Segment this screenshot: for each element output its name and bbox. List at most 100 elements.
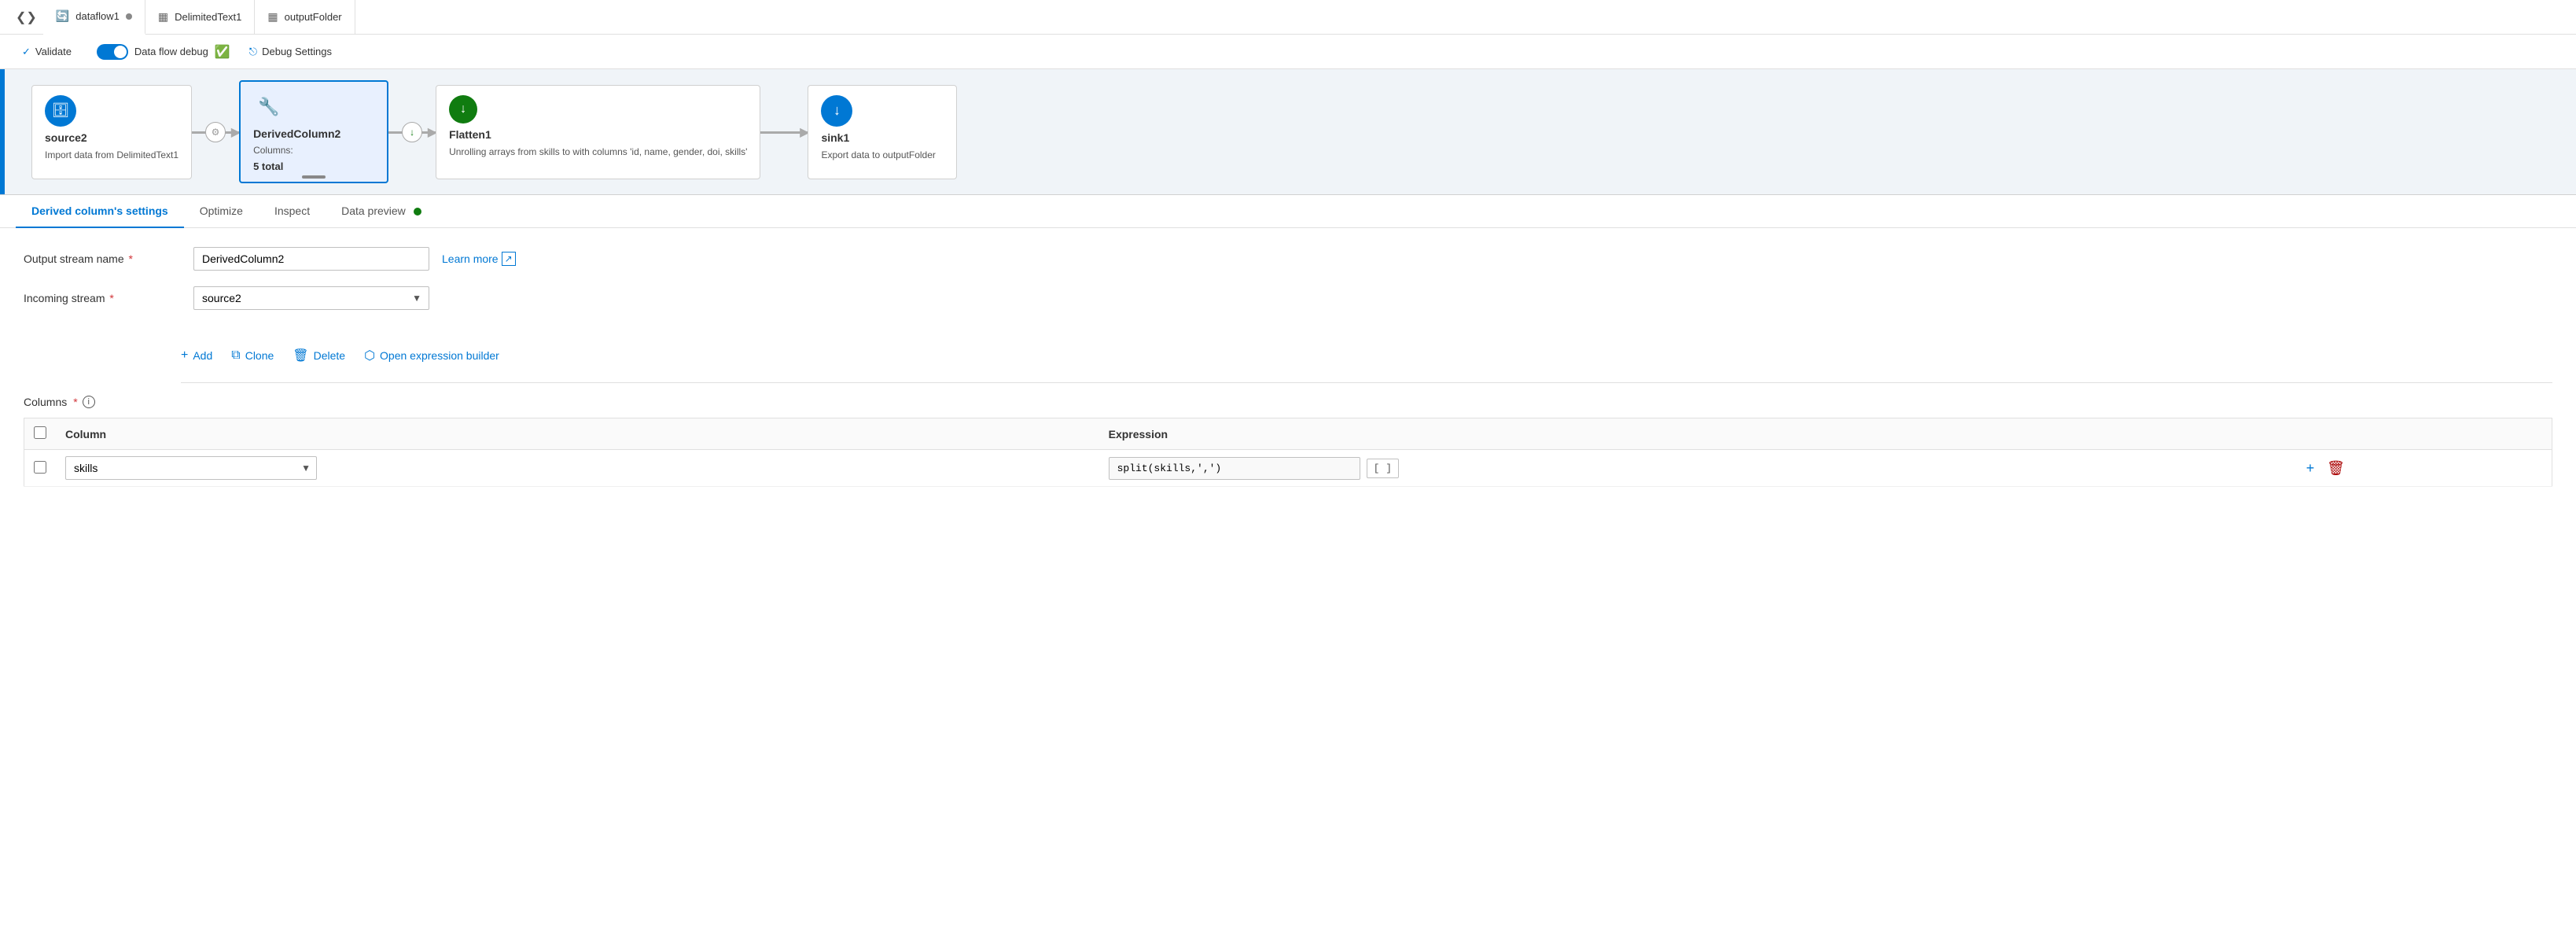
tab-outputfolder[interactable]: ▦ outputFolder xyxy=(255,0,355,35)
source2-desc: Import data from DelimitedText1 xyxy=(45,149,178,162)
tab-inspect[interactable]: Inspect xyxy=(259,195,326,228)
validate-button[interactable]: ✓ Validate xyxy=(16,42,78,61)
info-icon[interactable]: i xyxy=(83,396,95,408)
row-checkbox[interactable] xyxy=(34,461,46,474)
required-asterisk-2: * xyxy=(106,292,113,304)
columns-section-label: Columns * i xyxy=(24,396,2552,408)
incoming-stream-select[interactable]: source2 DerivedColumn1 xyxy=(193,286,429,310)
settings-panel: Output stream name * Learn more ↗ Incomi… xyxy=(0,228,2576,951)
delete-label: Delete xyxy=(314,349,345,362)
row-actions-cell: + 🗑 xyxy=(2292,450,2552,487)
output-stream-input[interactable] xyxy=(193,247,429,271)
delete-button[interactable]: 🗑 Delete xyxy=(293,345,345,367)
row-actions-header xyxy=(2292,418,2552,450)
debug-settings-label: Debug Settings xyxy=(262,46,332,57)
delete-icon: 🗑 xyxy=(293,348,308,363)
connector-icon-1: ⚙ xyxy=(205,122,226,142)
derivedcolumn2-subtitle: Columns: xyxy=(253,145,374,156)
column-name-cell: skills ▼ xyxy=(56,450,1099,487)
output-stream-row: Output stream name * Learn more ↗ xyxy=(24,247,2552,271)
tab-settings[interactable]: Derived column's settings xyxy=(16,195,184,228)
columns-section: Columns * i Column Expression xyxy=(0,396,2576,503)
add-column-button[interactable]: + Add xyxy=(181,345,212,366)
tab-settings-label: Derived column's settings xyxy=(31,205,168,217)
preview-active-dot xyxy=(414,208,421,216)
debug-toggle[interactable] xyxy=(97,44,128,60)
tab-inspect-label: Inspect xyxy=(274,205,310,217)
derivedcolumn2-title: DerivedColumn2 xyxy=(253,127,374,140)
sidebar-toggle-button[interactable]: ❮❯ xyxy=(9,6,43,28)
clone-label: Clone xyxy=(245,349,274,362)
column-name-select-wrap: skills ▼ xyxy=(65,456,317,480)
node-source2[interactable]: 🗄 source2 Import data from DelimitedText… xyxy=(31,85,192,179)
row-checkbox-cell xyxy=(24,450,57,487)
expression-bracket-button[interactable]: [ ] xyxy=(1367,459,1399,478)
expression-builder-button[interactable]: ⬡ Open expression builder xyxy=(364,345,499,367)
flatten1-title: Flatten1 xyxy=(449,128,747,141)
derived-icon: 🔧 xyxy=(253,91,285,123)
columns-required: * xyxy=(73,396,77,408)
source2-title: source2 xyxy=(45,131,178,144)
add-icon: + xyxy=(181,348,188,363)
expression-cell: [ ] xyxy=(1099,450,2292,487)
table-header-row: Column Expression xyxy=(24,418,2552,450)
validate-label: Validate xyxy=(35,46,72,57)
active-underline xyxy=(302,175,326,179)
expression-input[interactable] xyxy=(1109,457,1360,480)
incoming-stream-row: Incoming stream * source2 DerivedColumn1… xyxy=(24,286,2552,310)
column-name-select[interactable]: skills xyxy=(65,456,317,480)
node-sink1[interactable]: ↓ sink1 Export data to outputFolder xyxy=(808,85,957,179)
tab-optimize-label: Optimize xyxy=(200,205,243,217)
tab-delimitedtext1-label: DelimitedText1 xyxy=(175,11,241,23)
tab-preview-label: Data preview xyxy=(341,205,406,217)
tab-delimitedtext1[interactable]: ▦ DelimitedText1 xyxy=(145,0,256,35)
table-icon-1: ▦ xyxy=(158,10,168,24)
learn-more-link[interactable]: Learn more ↗ xyxy=(442,252,516,266)
output-stream-label: Output stream name * xyxy=(24,252,181,265)
add-row-button[interactable]: + xyxy=(2302,459,2320,478)
tab-outputfolder-label: outputFolder xyxy=(285,11,342,23)
connector-icon-2: ↓ xyxy=(402,122,422,142)
sink-icon: ↓ xyxy=(821,95,852,127)
incoming-stream-label: Incoming stream * xyxy=(24,292,181,304)
expression-builder-icon: ⬡ xyxy=(364,348,375,363)
tab-dataflow1[interactable]: 🔄 dataflow1 xyxy=(43,0,145,35)
columns-table: Column Expression skil xyxy=(24,418,2552,487)
delete-row-button[interactable]: 🗑 xyxy=(2322,459,2350,478)
add-label: Add xyxy=(193,349,212,362)
node-flatten1[interactable]: ↓ Flatten1 Unrolling arrays from skills … xyxy=(436,85,760,179)
clone-button[interactable]: ⧉ Clone xyxy=(231,345,274,366)
select-all-checkbox[interactable] xyxy=(34,426,46,439)
external-link-icon: ↗ xyxy=(502,252,516,266)
required-asterisk-1: * xyxy=(126,252,133,265)
dataflow-icon: 🔄 xyxy=(56,9,69,23)
expression-builder-label: Open expression builder xyxy=(380,349,499,362)
flatten1-desc: Unrolling arrays from skills to with col… xyxy=(449,146,747,159)
section-divider xyxy=(181,382,2552,383)
actions-row: + Add ⧉ Clone 🗑 Delete ⬡ Open expression… xyxy=(0,345,2576,382)
pipeline-canvas: 🗄 source2 Import data from DelimitedText… xyxy=(0,69,2576,195)
panel-tabs: Derived column's settings Optimize Inspe… xyxy=(0,195,2576,228)
tab-preview[interactable]: Data preview xyxy=(326,195,437,228)
tab-dataflow1-label: dataflow1 xyxy=(75,10,120,22)
tab-optimize[interactable]: Optimize xyxy=(184,195,259,228)
derivedcolumn2-detail: 5 total xyxy=(253,160,374,172)
debug-label: Data flow debug xyxy=(134,46,208,57)
debug-settings-button[interactable]: ⎋ Debug Settings xyxy=(249,46,332,58)
expression-header: Expression xyxy=(1099,418,2292,450)
sink1-title: sink1 xyxy=(821,131,944,144)
form-area: Output stream name * Learn more ↗ Incomi… xyxy=(0,228,2576,345)
unsaved-dot xyxy=(126,13,132,20)
toolbar: ✓ Validate Data flow debug ✅ ⎋ Debug Set… xyxy=(0,35,2576,69)
source-icon: 🗄 xyxy=(45,95,76,127)
node-derivedcolumn2[interactable]: 🔧 DerivedColumn2 Columns: 5 total xyxy=(239,80,388,183)
debug-active-icon: ✅ xyxy=(215,44,230,60)
clone-icon: ⧉ xyxy=(231,348,240,363)
table-row: skills ▼ [ ] + 🗑 xyxy=(24,450,2552,487)
debug-toggle-wrap: Data flow debug ✅ xyxy=(97,44,230,60)
top-bar: ❮❯ 🔄 dataflow1 ▦ DelimitedText1 ▦ output… xyxy=(0,0,2576,35)
sink1-desc: Export data to outputFolder xyxy=(821,149,944,162)
flatten-icon: ↓ xyxy=(449,95,477,123)
incoming-stream-select-wrap: source2 DerivedColumn1 ▼ xyxy=(193,286,429,310)
column-header: Column xyxy=(56,418,1099,450)
